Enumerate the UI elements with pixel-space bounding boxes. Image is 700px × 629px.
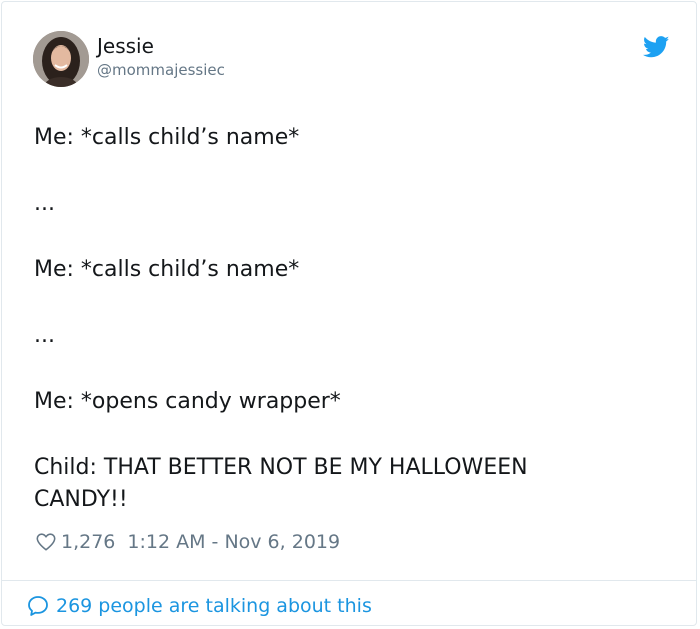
conversation-link[interactable]: 269 people are talking about this: [26, 592, 372, 620]
tweet-line: Child: THAT BETTER NOT BE MY HALLOWEEN: [34, 455, 528, 480]
tweet-line: CANDY!!: [34, 487, 128, 512]
tweet-line: ...: [34, 191, 55, 216]
tweet-line: ...: [34, 323, 55, 348]
heart-icon[interactable]: [35, 531, 57, 553]
tweet-line: Me: *calls child’s name*: [34, 125, 300, 150]
author-name[interactable]: Jessie: [97, 33, 154, 59]
avatar-photo: [33, 31, 89, 87]
tweet-text: Me: *calls child’s name* ... Me: *calls …: [34, 122, 594, 516]
author-handle[interactable]: @mommajessiec: [97, 60, 225, 80]
divider: [2, 580, 696, 581]
tweet-line: Me: *calls child’s name*: [34, 257, 300, 282]
like-count[interactable]: 1,276: [61, 531, 115, 553]
tweet-timestamp[interactable]: 1:12 AM - Nov 6, 2019: [127, 531, 340, 553]
tweet-card: Jessie @mommajessiec Me: *calls child’s …: [1, 1, 697, 626]
tweet-meta: 1,276 1:12 AM - Nov 6, 2019: [35, 528, 340, 556]
conversation-text[interactable]: 269 people are talking about this: [56, 595, 372, 617]
avatar[interactable]: [33, 31, 89, 87]
tweet-line: Me: *opens candy wrapper*: [34, 389, 341, 414]
twitter-bird-icon[interactable]: [643, 36, 670, 58]
speech-bubble-icon: [28, 596, 48, 616]
